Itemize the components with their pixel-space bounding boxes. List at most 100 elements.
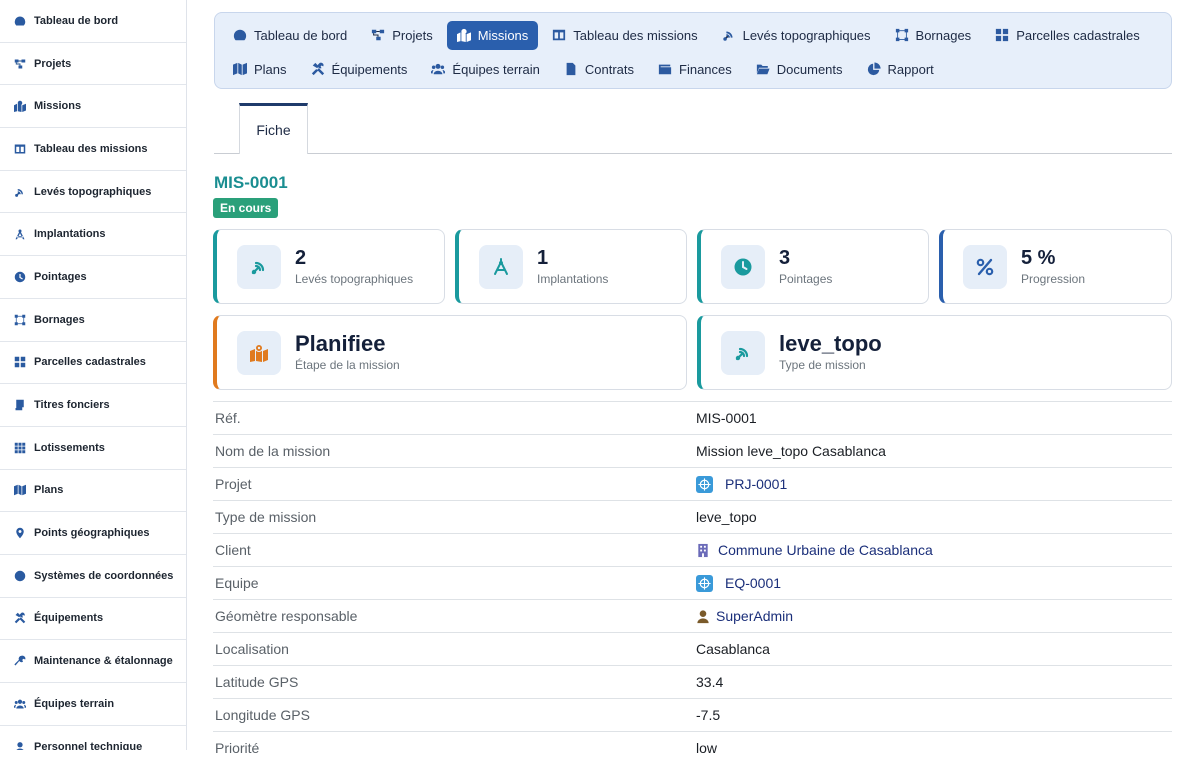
nav-item-row2-3[interactable]: Contrats [554, 55, 644, 84]
nav-item-label: Tableau des missions [573, 27, 698, 43]
nav-item-row2-6[interactable]: Rapport [857, 55, 944, 84]
user-link-text[interactable]: SuperAdmin [716, 608, 793, 624]
satellite-dish-icon [722, 28, 743, 42]
compass-drafting-icon [479, 244, 523, 289]
nav-item-row2-4[interactable]: Finances [648, 55, 742, 84]
sidebar-item-label: Levés topographiques [34, 185, 152, 198]
globe-icon [13, 569, 27, 583]
sidebar-item-label: Maintenance & étalonnage [34, 655, 173, 668]
field-label: Nom de la mission [215, 443, 331, 459]
sidebar-item-7[interactable]: Bornages [0, 298, 186, 342]
sidebar-item-label: Lotissements [34, 441, 105, 454]
sidebar-item-label: Équipements [34, 612, 104, 625]
sidebar-item-16[interactable]: Équipes terrain [0, 683, 186, 726]
nav-item-label: Équipes terrain [452, 61, 540, 77]
card-value: Planifiee [295, 331, 386, 356]
sidebar-item-label: Projets [34, 57, 72, 70]
file-contract-icon [564, 62, 585, 76]
nav-item-row2-1[interactable]: Équipements [301, 55, 418, 84]
project-link-text[interactable]: PRJ-0001 [725, 476, 787, 492]
card-implantations[interactable]: 1 Implantations [455, 229, 687, 304]
map-pin-icon [13, 526, 27, 540]
card-progression[interactable]: 5 % Progression [939, 229, 1172, 304]
nav-item-row1-4[interactable]: Levés topographiques [712, 21, 881, 50]
card-caption: Levés topographiques [295, 272, 414, 286]
nav-item-row1-2[interactable]: Missions [446, 20, 539, 50]
field-value: low [696, 740, 718, 756]
sidebar-item-label: Missions [34, 100, 82, 113]
card-leves[interactable]: 2 Levés topographiques [213, 229, 445, 304]
wrench-icon [13, 654, 27, 668]
sidebar-item-label: Tableau de bord [34, 14, 119, 27]
columns-icon [13, 142, 27, 156]
card-type[interactable]: leve_topo Type de mission [697, 315, 1172, 390]
field-label: Type de mission [215, 509, 317, 525]
nav-item-label: Bornages [915, 27, 972, 43]
table-row: Longitude GPS -7.5 [213, 698, 1172, 731]
sidebar-item-1[interactable]: Projets [0, 42, 186, 86]
table-row: Réf. MIS-0001 [213, 401, 1172, 434]
nav-item-row1-3[interactable]: Tableau des missions [542, 21, 707, 50]
sidebar-item-14[interactable]: Équipements [0, 597, 186, 641]
clock-icon [13, 270, 27, 284]
project-link[interactable]: PRJ-0001 [696, 475, 787, 493]
card-caption: Implantations [537, 272, 609, 286]
field-value: Mission leve_topo Casablanca [696, 443, 886, 459]
team-icon [696, 574, 713, 592]
sidebar-item-label: Pointages [34, 270, 87, 283]
user-link[interactable]: SuperAdmin [696, 608, 793, 625]
nav-item-row1-0[interactable]: Tableau de bord [223, 21, 357, 50]
nav-item-row1-6[interactable]: Parcelles cadastrales [985, 21, 1150, 50]
nav-item-label: Parcelles cadastrales [1016, 27, 1140, 43]
client-link-text[interactable]: Commune Urbaine de Casablanca [718, 542, 933, 558]
record-title: MIS-0001 [214, 173, 288, 192]
nav-item-row2-2[interactable]: Équipes terrain [421, 55, 549, 84]
table-row: Projet PRJ-0001 [213, 467, 1172, 500]
tools-icon [13, 611, 27, 625]
project-diagram-icon [13, 57, 27, 71]
nav-item-row2-5[interactable]: Documents [746, 55, 853, 84]
scroll-icon [13, 398, 27, 412]
sidebar-item-2[interactable]: Missions [0, 85, 186, 129]
sidebar-item-11[interactable]: Plans [0, 469, 186, 513]
client-link[interactable]: Commune Urbaine de Casablanca [696, 542, 933, 559]
sidebar-item-15[interactable]: Maintenance & étalonnage [0, 640, 186, 683]
sidebar-item-label: Personnel technique [34, 740, 143, 750]
nav-item-row1-5[interactable]: Bornages [885, 21, 982, 50]
nav-item-label: Contrats [584, 61, 635, 77]
field-label: Client [215, 542, 251, 558]
nav-item-row1-1[interactable]: Projets [361, 21, 442, 50]
top-navigation: Tableau de bord Projets Missions Tableau de… [214, 12, 1172, 89]
team-link[interactable]: EQ-0001 [696, 574, 781, 592]
sidebar-item-label: Équipes terrain [34, 697, 115, 710]
th-icon [13, 441, 27, 455]
sidebar-item-3[interactable]: Tableau des missions [0, 128, 186, 171]
nav-item-label: Projets [392, 27, 433, 43]
nav-item-row2-0[interactable]: Plans [223, 55, 297, 84]
sidebar-item-6[interactable]: Pointages [0, 256, 186, 299]
detail-table: Réf. MIS-0001 Nom de la mission Mission … [213, 401, 1172, 764]
card-pointages[interactable]: 3 Pointages [697, 229, 929, 304]
tab-fiche[interactable]: Fiche [239, 103, 308, 154]
card-value: 3 [779, 247, 791, 269]
sidebar-item-17[interactable]: Personnel technique [0, 725, 186, 750]
sidebar-item-label: Titres fonciers [34, 399, 110, 412]
team-link-text[interactable]: EQ-0001 [725, 575, 781, 591]
sidebar-item-5[interactable]: Implantations [0, 213, 186, 257]
sidebar-item-0[interactable]: Tableau de bord [0, 0, 186, 43]
compass-drafting-icon [13, 227, 27, 241]
card-etape[interactable]: Planifiee Étape de la mission [213, 315, 687, 390]
table-row: Nom de la mission Mission leve_topo Casa… [213, 434, 1172, 467]
field-value: -7.5 [696, 707, 721, 723]
sidebar-item-8[interactable]: Parcelles cadastrales [0, 341, 186, 385]
sidebar-item-12[interactable]: Points géographiques [0, 512, 186, 555]
sidebar-item-9[interactable]: Titres fonciers [0, 384, 186, 427]
card-value: 1 [537, 247, 549, 269]
user-icon [696, 608, 710, 625]
sidebar-item-10[interactable]: Lotissements [0, 426, 186, 470]
sidebar-item-4[interactable]: Levés topographiques [0, 170, 186, 214]
sidebar-item-13[interactable]: Systèmes de coordonnées [0, 554, 186, 598]
table-row: Client Commune Urbaine de Casablanca [213, 533, 1172, 566]
satellite-dish-icon [237, 244, 281, 289]
field-label: Réf. [215, 410, 241, 426]
